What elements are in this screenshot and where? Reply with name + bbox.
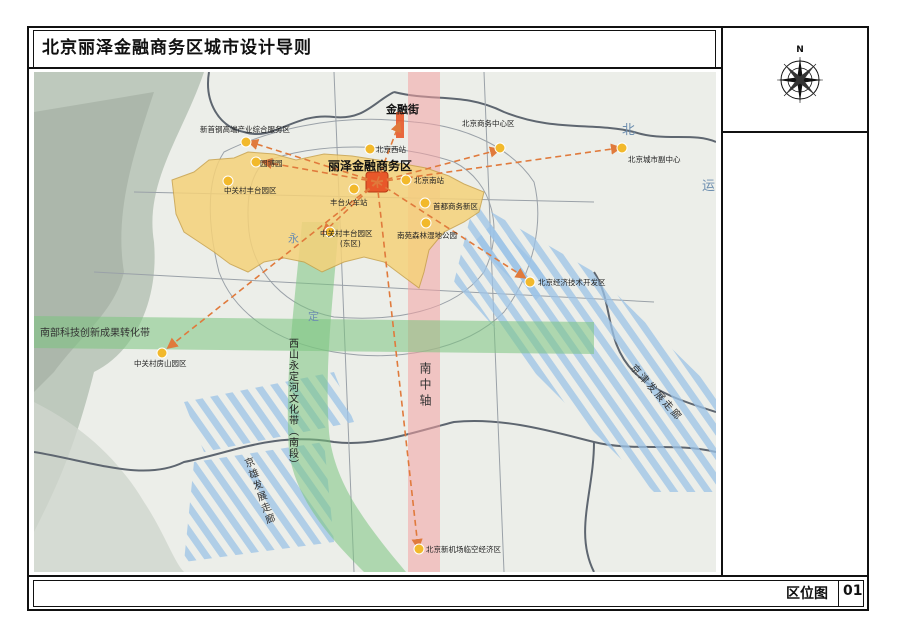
label-ding-partial: 定 — [308, 309, 319, 323]
title-divider — [27, 67, 723, 69]
label-tongzhou: 北京城市副中心 — [628, 154, 681, 164]
label-north-partial: 北 — [622, 123, 635, 138]
sheet-name: 区位图 — [786, 586, 828, 602]
location-map: 新首钢高端产业综合服务区 园博园 中关村丰台园区 北京西站 北京商务中心区 北京… — [34, 72, 716, 572]
footer-inner-left — [33, 580, 34, 607]
label-zgc-fengtai: 中关村丰台园区 — [224, 185, 277, 195]
compass-icon: N — [772, 42, 828, 106]
page-title: 北京丽泽金融商务区城市设计导则 — [42, 38, 312, 58]
map-canvas: 新首钢高端产业综合服务区 园博园 中关村丰台园区 北京西站 北京商务中心区 北京… — [34, 72, 716, 572]
label-nanyuan: 南苑森林湿地公园 — [397, 230, 457, 240]
label-shoudu-business: 首都商务新区 — [433, 201, 478, 211]
compass-divider — [721, 131, 869, 133]
label-yuanboyuan: 园博园 — [260, 158, 283, 168]
label-south-belt: 南部科技创新成果转化带 — [40, 326, 150, 339]
label-xishan: 西山永定河文化带（南段） — [287, 338, 299, 470]
label-daxing-airport: 北京新机场临空经济区 — [426, 544, 501, 554]
label-south-axis: 南中轴 — [418, 361, 432, 410]
title-box-right — [715, 30, 716, 68]
footer-inner-bottom — [33, 606, 863, 607]
label-lize: 丽泽金融商务区 — [328, 158, 412, 173]
panel-divider — [721, 26, 723, 577]
footer-number-divider — [838, 580, 839, 607]
sheet-number: 01 — [843, 583, 863, 599]
label-fangshan: 中关村房山园区 — [134, 358, 187, 368]
label-xinshougang: 新首钢高端产业综合服务区 — [200, 124, 290, 134]
label-yong-partial: 永 — [288, 231, 299, 245]
label-beijing-west: 北京西站 — [376, 144, 406, 154]
label-beijing-cbd: 北京商务中心区 — [462, 118, 515, 128]
label-yun-partial: 运 — [702, 179, 715, 194]
label-zgc-fengtai-east: 中关村丰台园区 — [320, 228, 373, 238]
label-jinrongjie: 金融街 — [385, 102, 419, 116]
label-zgc-fengtai-east-sub: (东区) — [340, 238, 361, 248]
label-etown: 北京经济技术开发区 — [538, 277, 606, 287]
label-beijing-south: 北京南站 — [414, 175, 444, 185]
title-box-left — [33, 30, 34, 68]
footer-divider — [27, 575, 869, 577]
label-fengtai-station: 丰台火车站 — [330, 197, 368, 207]
compass-north-label: N — [796, 45, 804, 55]
footer-inner-top — [33, 580, 863, 581]
title-box-top — [33, 30, 715, 31]
footer-inner-right — [863, 580, 864, 607]
